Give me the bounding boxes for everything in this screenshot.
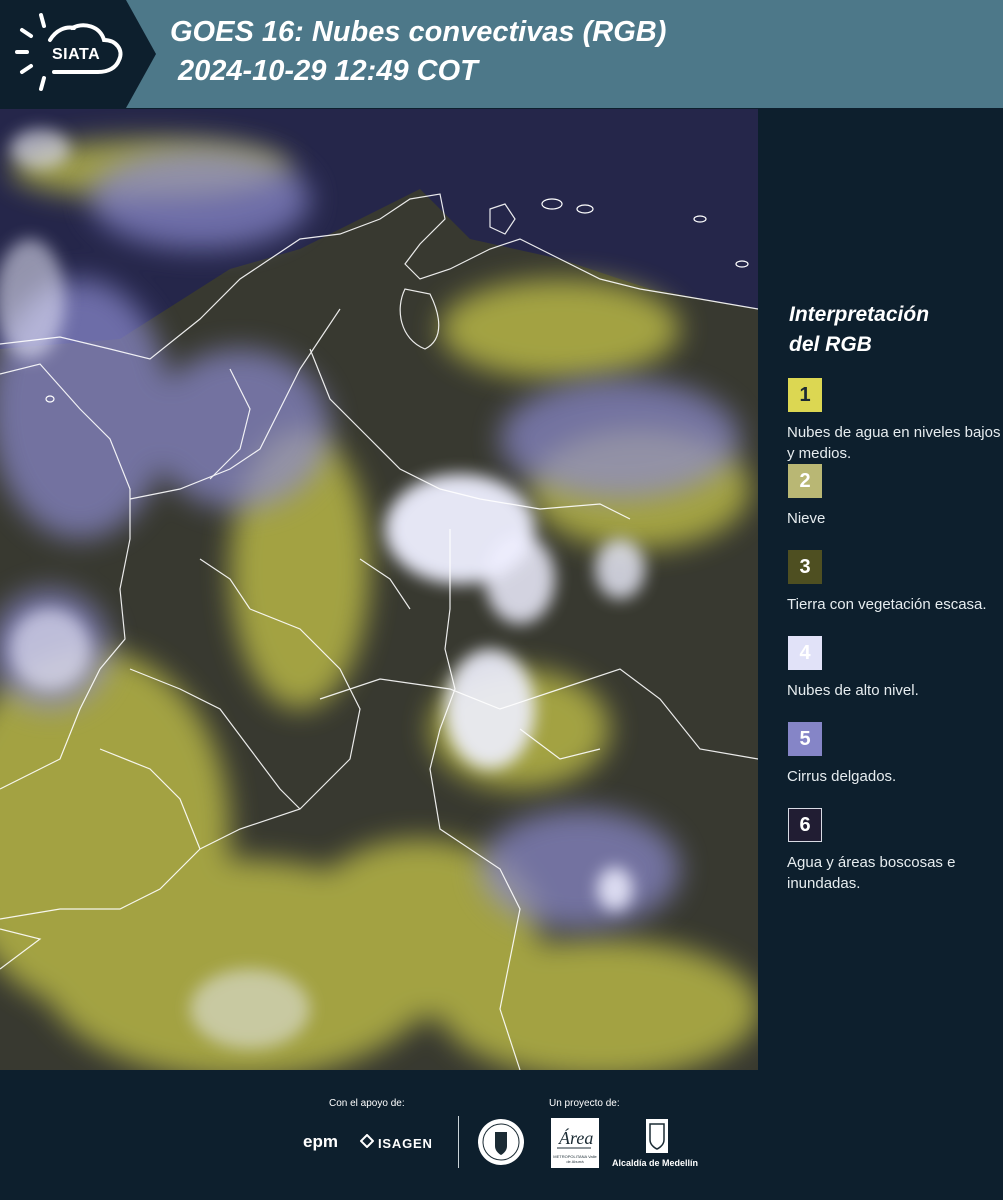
legend-title-line1: Interpretación: [789, 303, 930, 326]
legend-swatch-4: 4: [788, 636, 822, 670]
area-logo-text: Área: [558, 1127, 593, 1148]
legend-swatch-5: 5: [788, 722, 822, 756]
footer: Con el apoyo de: Un proyecto de: epm ISA…: [0, 1070, 1003, 1200]
legend-label-4: Nubes de alto nivel.: [787, 682, 919, 699]
area-metropolitana-subtitle: METROPOLITANA Valle de Aburrá: [553, 1154, 597, 1164]
legend-label-2: Nieve: [787, 510, 826, 527]
header-bar: SIATA GOES 16: Nubes convectivas (RGB) 2…: [0, 0, 1003, 108]
legend-title: Interpretación del RGB: [789, 300, 997, 360]
rgb-legend: Interpretación del RGB 1 Nubes de agua e…: [787, 300, 1001, 894]
legend-swatch-2: 2: [788, 464, 822, 498]
legend-item-5: 5 Cirrus delgados.: [787, 722, 997, 808]
alcaldia-shield-icon: [646, 1119, 668, 1153]
medellin-seal-icon: [478, 1119, 524, 1165]
page-timestamp: 2024-10-29 12:49 COT: [178, 55, 478, 87]
legend-label-5: Cirrus delgados.: [787, 768, 897, 785]
legend-item-6: 6 Agua y áreas boscosas e inundadas.: [787, 808, 997, 894]
legend-swatch-6: 6: [788, 808, 822, 842]
legend-swatch-3: 3: [788, 550, 822, 584]
isagen-logo-icon: [360, 1134, 374, 1148]
alcaldia-medellin-label: Alcaldía de Medellín: [612, 1158, 699, 1168]
siata-logo-text: SIATA: [52, 46, 101, 63]
footer-divider: [458, 1116, 459, 1168]
legend-item-2: 2 Nieve: [787, 464, 997, 550]
epm-logo: epm: [303, 1132, 338, 1151]
legend-label-3: Tierra con vegetación escasa.: [787, 596, 987, 613]
legend-title-line2: del RGB: [789, 333, 872, 356]
satellite-map[interactable]: [0, 109, 758, 1070]
page-title: GOES 16: Nubes convectivas (RGB): [170, 16, 667, 48]
legend-item-4: 4 Nubes de alto nivel.: [787, 636, 997, 722]
isagen-logo: ISAGEN: [378, 1136, 433, 1151]
legend-label-6: Agua y áreas boscosas e inundadas.: [787, 854, 956, 892]
support-label: Con el apoyo de:: [329, 1098, 405, 1109]
project-label: Un proyecto de:: [549, 1098, 620, 1109]
legend-item-1: 1 Nubes de agua en niveles bajos y medio…: [787, 378, 1001, 464]
siata-logo: SIATA: [0, 0, 158, 108]
legend-item-3: 3 Tierra con vegetación escasa.: [787, 550, 997, 636]
legend-swatch-1: 1: [788, 378, 822, 412]
legend-label-1: Nubes de agua en niveles bajos y medios.: [787, 424, 1001, 462]
